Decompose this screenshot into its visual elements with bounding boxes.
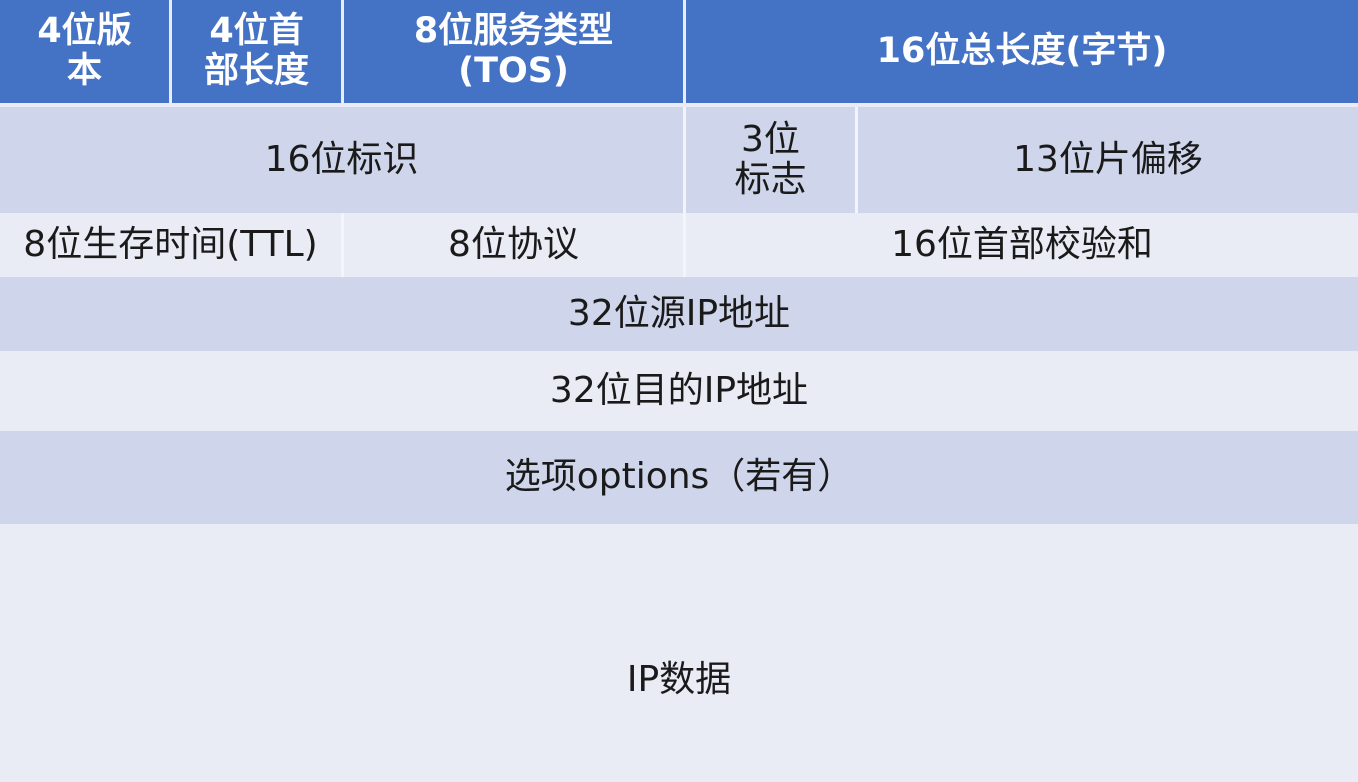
dest-ip-row: 32位目的IP地址 xyxy=(0,351,1358,431)
options-row: 选项options（若有） xyxy=(0,431,1358,524)
ip-data-field: IP数据 xyxy=(626,659,732,700)
options-field: 选项options（若有） xyxy=(504,456,854,498)
identification-field: 16位标识 xyxy=(264,138,419,180)
header-length-field: 4位首 部长度 xyxy=(169,0,341,103)
protocol-field: 8位协议 xyxy=(341,213,683,277)
dest-ip-field: 32位目的IP地址 xyxy=(549,369,809,411)
header-row: 4位版 本 4位首 部长度 8位服务类型 (TOS) 16位总长度(字节) xyxy=(0,0,1358,103)
flags-field: 3位 标志 xyxy=(683,107,855,213)
source-ip-row: 32位源IP地址 xyxy=(0,277,1358,351)
version-field: 4位版 本 xyxy=(0,0,169,103)
fragment-offset-field: 13位片偏移 xyxy=(855,107,1358,213)
source-ip-field: 32位源IP地址 xyxy=(567,292,791,334)
ip-data-row: IP数据 xyxy=(0,524,1358,782)
checksum-field: 16位首部校验和 xyxy=(683,213,1358,277)
identification-row: 16位标识 3位 标志 13位片偏移 xyxy=(0,107,1358,213)
tos-field: 8位服务类型 (TOS) xyxy=(341,0,683,103)
total-length-field: 16位总长度(字节) xyxy=(683,0,1358,103)
ttl-row: 8位生存时间(TTL) 8位协议 16位首部校验和 xyxy=(0,213,1358,277)
ip-header-table: 4位版 本 4位首 部长度 8位服务类型 (TOS) 16位总长度(字节) 16… xyxy=(0,0,1358,782)
ttl-field: 8位生存时间(TTL) xyxy=(23,223,318,265)
